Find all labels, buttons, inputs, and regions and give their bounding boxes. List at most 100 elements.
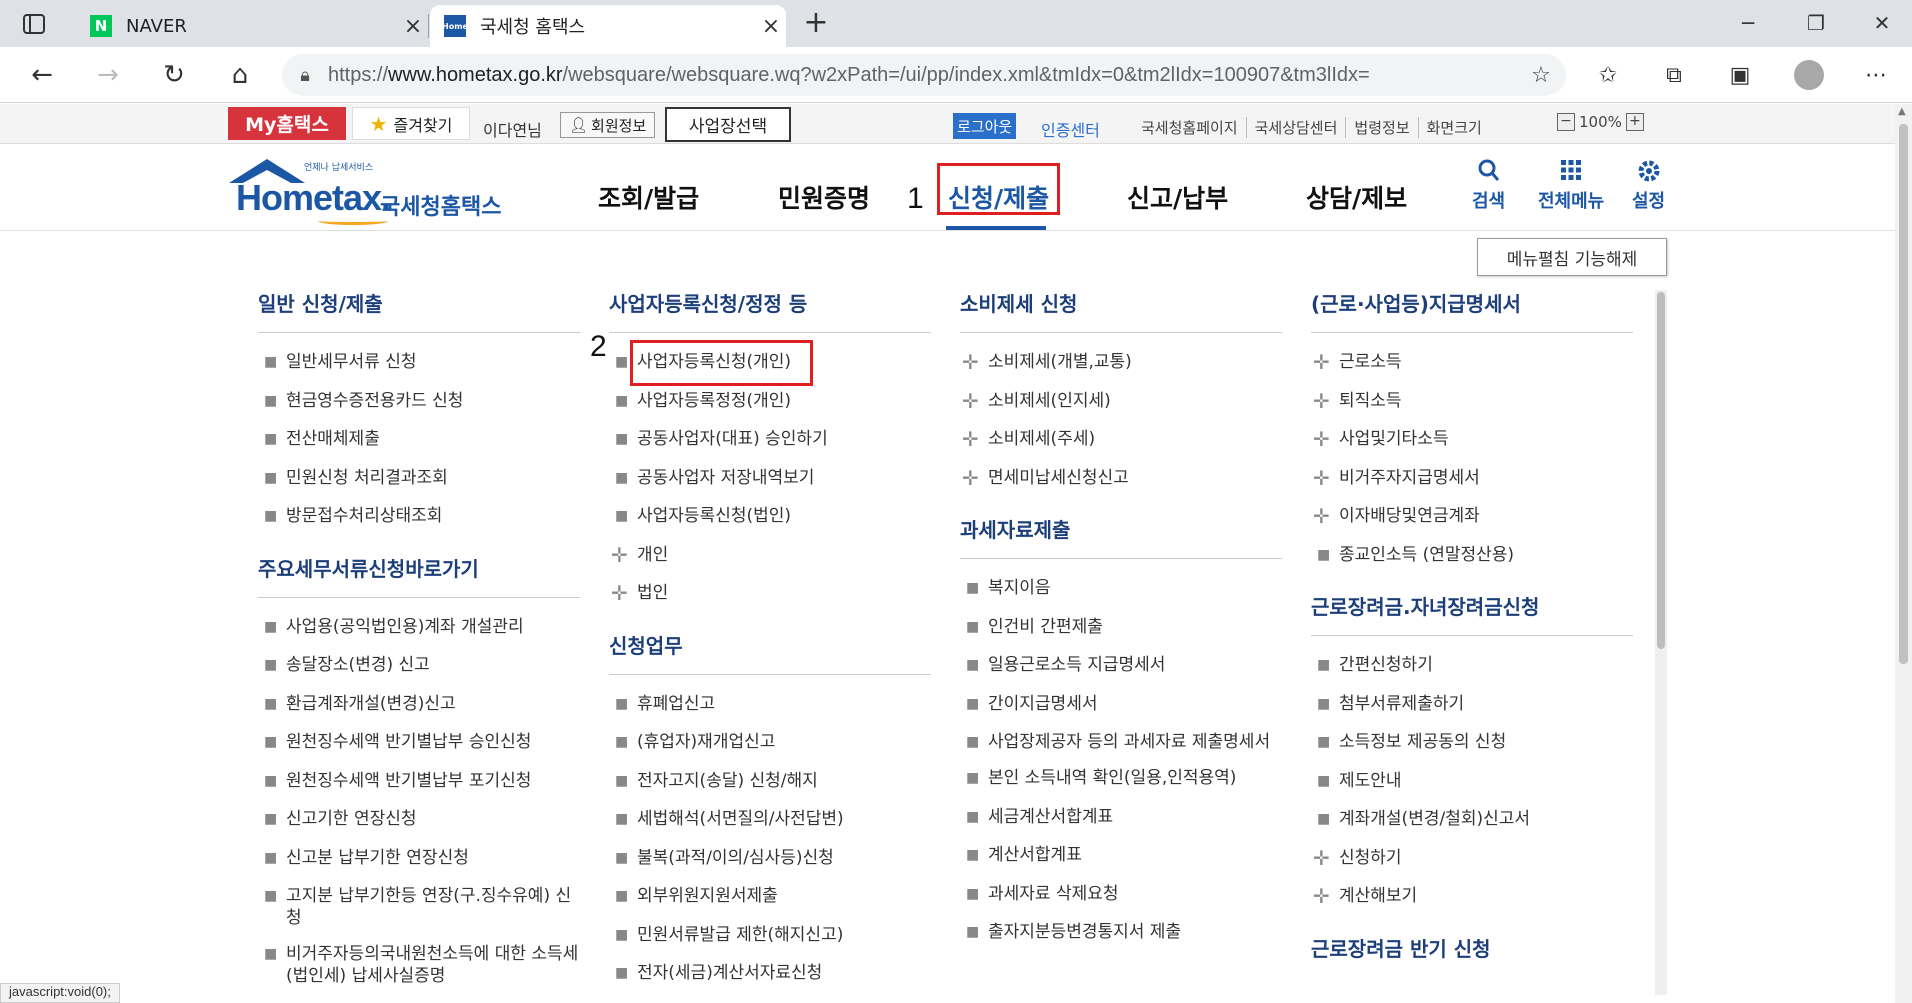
restore-icon[interactable]: ❐ bbox=[1786, 6, 1846, 40]
business-select-button[interactable]: 사업장선택 bbox=[665, 107, 791, 142]
menu-item[interactable]: ■ 출자지분등변경통지서 제출 bbox=[960, 913, 1282, 952]
menu-item[interactable]: ■ 방문접수처리상태조회 bbox=[258, 497, 580, 536]
scrollbar-thumb[interactable] bbox=[1657, 292, 1665, 649]
link-nts-homepage[interactable]: 국세청홈페이지 bbox=[1133, 117, 1246, 138]
home-icon[interactable]: ⌂ bbox=[220, 57, 260, 93]
browser-tab-hometax[interactable]: Home 국세청 홈택스 × bbox=[430, 5, 786, 47]
close-window-icon[interactable]: ✕ bbox=[1852, 6, 1912, 40]
menu-item[interactable]: ■ 민원서류발급 제한(해지신고) bbox=[609, 916, 931, 955]
menu-item[interactable]: ■ 송달장소(변경) 신고 bbox=[258, 646, 580, 685]
search-button[interactable]: 검색 bbox=[1472, 159, 1505, 213]
url-text[interactable]: https://www.hometax.go.kr/websquare/webs… bbox=[328, 64, 1516, 87]
menu-item[interactable]: ■ 소득정보 제공동의 신청 bbox=[1311, 723, 1633, 762]
more-menu-icon[interactable]: ⋯ bbox=[1858, 59, 1894, 91]
all-menu-button[interactable]: 전체메뉴 bbox=[1538, 159, 1604, 213]
menu-item[interactable]: ■ 사업장제공자 등의 과세자료 제출명세서 bbox=[960, 723, 1282, 759]
menu-item[interactable]: ■ 공동사업자 저장내역보기 bbox=[609, 459, 931, 498]
hometax-logo[interactable]: 언제나 납세서비스 Hometax. 국세청홈택스 bbox=[226, 155, 504, 225]
menu-item[interactable]: ■ 계산서합계표 bbox=[960, 836, 1282, 875]
add-favorite-icon[interactable]: ☆ bbox=[1516, 63, 1566, 88]
back-icon[interactable]: ← bbox=[22, 57, 62, 93]
menu-item[interactable]: ■ 사업자등록신청(법인) bbox=[609, 497, 931, 536]
new-tab-icon[interactable]: + bbox=[800, 8, 832, 40]
menu-item[interactable]: ■ 전산매체제출 bbox=[258, 420, 580, 459]
menu-item-expandable[interactable]: ✛ 신청하기 bbox=[1311, 839, 1633, 878]
menu-item[interactable]: ■ 세금계산서합계표 bbox=[960, 798, 1282, 837]
menu-item[interactable]: ■ 불복(과적/이의/심사등)신청 bbox=[609, 839, 931, 878]
menu-item[interactable]: ■ 신고기한 연장신청 bbox=[258, 800, 580, 839]
menu-item-expandable[interactable]: ✛ 법인 bbox=[609, 574, 931, 613]
menu-item-expandable[interactable]: ✛ 비거주자지급명세서 bbox=[1311, 459, 1633, 498]
menu-item[interactable]: ■ 본인 소득내역 확인(일용,인적용역) bbox=[960, 759, 1282, 798]
logout-button[interactable]: 로그아웃 bbox=[953, 113, 1017, 139]
tab-actions-icon[interactable] bbox=[14, 10, 54, 38]
menu-item[interactable]: ■ 전자고지(송달) 신청/해지 bbox=[609, 762, 931, 801]
browser-tab-naver[interactable]: N NAVER × bbox=[76, 5, 428, 47]
menu-report-pay[interactable]: 신고/납부 bbox=[1127, 179, 1228, 215]
forward-icon[interactable]: → bbox=[88, 57, 128, 93]
menu-item[interactable]: ■ 복지이음 bbox=[960, 569, 1282, 608]
link-tax-consult[interactable]: 국세상담센터 bbox=[1245, 117, 1346, 138]
menu-consult-report[interactable]: 상담/제보 bbox=[1306, 179, 1407, 215]
menu-item[interactable]: ■ 세법해석(서면질의/사전답변) bbox=[609, 800, 931, 839]
menu-item-expandable[interactable]: ✛ 퇴직소득 bbox=[1311, 382, 1633, 421]
close-tab-icon[interactable]: × bbox=[756, 14, 786, 39]
favorites-button[interactable]: ★ 즐겨찾기 bbox=[352, 107, 470, 140]
menu-item[interactable]: ■ 인건비 간편제출 bbox=[960, 608, 1282, 647]
menu-civil-certificate[interactable]: 민원증명 bbox=[778, 179, 870, 215]
menu-item[interactable]: ■ (휴업자)재개업신고 bbox=[609, 723, 931, 762]
menu-item[interactable]: ■ 일용근로소득 지급명세서 bbox=[960, 646, 1282, 685]
close-tab-icon[interactable]: × bbox=[398, 14, 428, 39]
settings-button[interactable]: 설정 bbox=[1632, 159, 1665, 213]
menu-item[interactable]: ■ 공동사업자(대표) 승인하기 bbox=[609, 420, 931, 459]
lock-icon[interactable]: 🔒︎ bbox=[282, 65, 328, 86]
menu-inquiry-issue[interactable]: 조회/발급 bbox=[598, 179, 699, 215]
menu-item-expandable[interactable]: ✛ 근로소득 bbox=[1311, 343, 1633, 382]
page-scrollbar[interactable]: ▲ bbox=[1895, 104, 1912, 1003]
scroll-up-icon[interactable]: ▲ bbox=[1898, 106, 1906, 117]
menu-item[interactable]: ■ 사업용(공익법인용)계좌 개설관리 bbox=[258, 608, 580, 647]
menu-item[interactable]: ■ 민원신청 처리결과조회 bbox=[258, 459, 580, 498]
zoom-in-button[interactable]: + bbox=[1625, 113, 1644, 131]
menu-item[interactable]: ■ 환급계좌개설(변경)신고 bbox=[258, 685, 580, 724]
menu-unfold-toggle-button[interactable]: 메뉴펼침 기능해제 bbox=[1477, 238, 1667, 276]
reload-icon[interactable]: ↻ bbox=[154, 57, 194, 93]
zoom-out-button[interactable]: − bbox=[1557, 113, 1575, 131]
menu-item-expandable[interactable]: ✛ 이자배당및연금계좌 bbox=[1311, 497, 1633, 536]
menu-item[interactable]: ■ 비거주자등의국내원천소득에 대한 소득세(법인세) 납세사실증명 bbox=[258, 935, 580, 993]
menu-item-expandable[interactable]: ✛ 개인 bbox=[609, 536, 931, 575]
profile-avatar[interactable] bbox=[1794, 60, 1824, 90]
menu-item[interactable]: ■ 현금영수증전용카드 신청 bbox=[258, 382, 580, 421]
menu-item[interactable]: ■ 첨부서류제출하기 bbox=[1311, 685, 1633, 724]
member-info-button[interactable]: 👤︎ 회원정보 bbox=[560, 112, 656, 138]
menu-item[interactable]: ■ 종교인소득 (연말정산용) bbox=[1311, 536, 1633, 575]
collections-icon[interactable]: ⧉ bbox=[1656, 59, 1692, 91]
menu-item-expandable[interactable]: ✛ 소비제세(주세) bbox=[960, 420, 1282, 459]
menu-item[interactable]: ■ 제도안내 bbox=[1311, 762, 1633, 801]
menu-panel-scrollbar[interactable] bbox=[1655, 290, 1667, 995]
menu-item[interactable]: ■ 간이지급명세서 bbox=[960, 685, 1282, 724]
menu-item[interactable]: ■ 원천징수세액 반기별납부 포기신청 bbox=[258, 762, 580, 801]
share-icon[interactable]: ▣ bbox=[1722, 59, 1758, 91]
menu-item-expandable[interactable]: ✛ 사업및기타소득 bbox=[1311, 420, 1633, 459]
menu-item[interactable]: ■ 간편신청하기 bbox=[1311, 646, 1633, 685]
my-hometax-button[interactable]: My홈택스 bbox=[228, 107, 346, 140]
menu-item[interactable]: ■ 외부위원지원서제출 bbox=[609, 877, 931, 916]
menu-item[interactable]: ■ 고지분 납부기한등 연장(구.징수유예) 신청 bbox=[258, 877, 580, 935]
scrollbar-thumb[interactable] bbox=[1899, 124, 1908, 664]
menu-item-expandable[interactable]: ✛ 소비제세(개별,교통) bbox=[960, 343, 1282, 382]
menu-item[interactable]: ■ 전자(세금)계산서자료신청 bbox=[609, 954, 931, 993]
menu-item[interactable]: ■ 휴폐업신고 bbox=[609, 685, 931, 724]
menu-item[interactable]: ■ 과세자료 삭제요청 bbox=[960, 875, 1282, 914]
menu-item[interactable]: ■ 일반세무서류 신청 bbox=[258, 343, 580, 382]
url-bar[interactable]: 🔒︎ https://www.hometax.go.kr/websquare/w… bbox=[282, 54, 1566, 96]
favorites-icon[interactable]: ✩ bbox=[1590, 59, 1626, 91]
menu-item-expandable[interactable]: ✛ 소비제세(인지세) bbox=[960, 382, 1282, 421]
menu-item[interactable]: ■ 계좌개설(변경/철회)신고서 bbox=[1311, 800, 1633, 839]
menu-item-expandable[interactable]: ✛ 면세미납세신청신고 bbox=[960, 459, 1282, 498]
link-law-info[interactable]: 법령정보 bbox=[1345, 117, 1417, 138]
menu-item[interactable]: ■ 신고분 납부기한 연장신청 bbox=[258, 839, 580, 878]
cert-center-link[interactable]: 인증센터 bbox=[1041, 117, 1100, 141]
minimize-icon[interactable]: ─ bbox=[1718, 6, 1778, 40]
menu-item-business-registration-individual[interactable]: ■ 사업자등록신청(개인) bbox=[609, 343, 931, 382]
